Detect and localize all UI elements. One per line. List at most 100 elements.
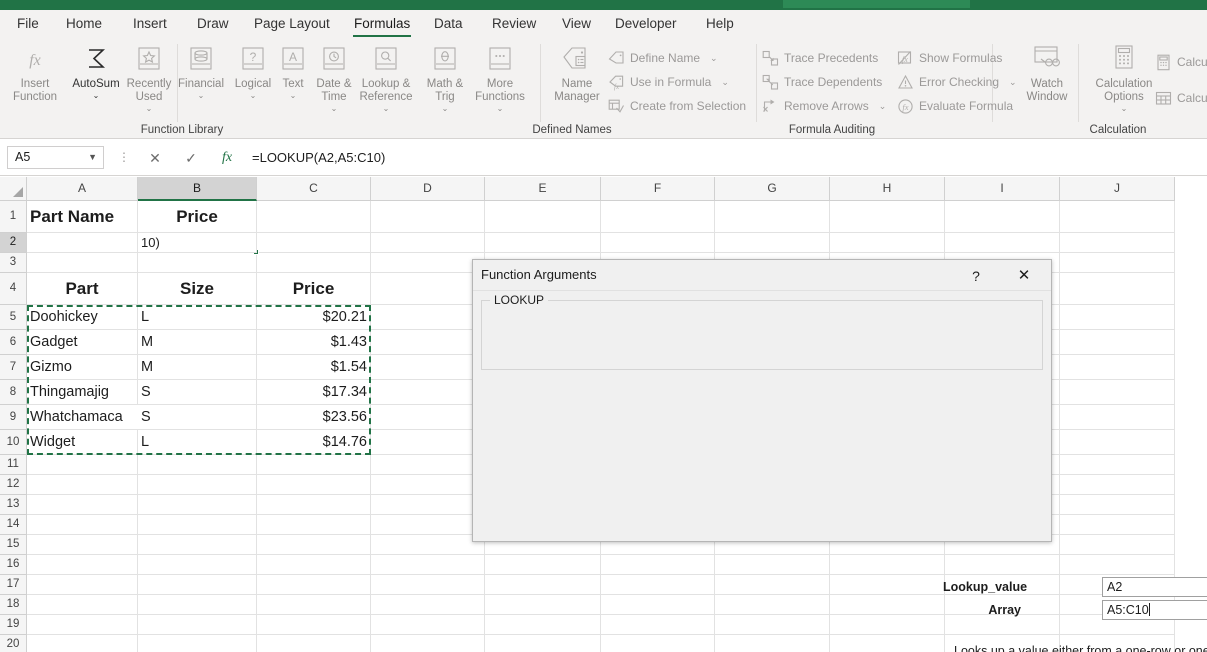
grid-cell[interactable]	[1060, 273, 1175, 305]
grid-cell[interactable]	[138, 515, 257, 535]
chevron-down-icon[interactable]: ⌄	[710, 53, 718, 64]
cell-C9[interactable]: $23.56	[257, 405, 371, 430]
use-in-formula-button[interactable]: fx Use in Formula ⌄	[608, 70, 729, 94]
grid-cell[interactable]	[1060, 455, 1175, 475]
create-from-selection-button[interactable]: Create from Selection	[608, 94, 746, 118]
grid-cell[interactable]	[27, 555, 138, 575]
name-box[interactable]: A5 ▼	[7, 146, 104, 169]
grid-cell[interactable]	[27, 595, 138, 615]
grid-cell[interactable]	[138, 595, 257, 615]
grid-cell[interactable]	[138, 575, 257, 595]
ribbon-tab-help[interactable]: Help	[697, 10, 743, 38]
chevron-down-icon[interactable]: ⌄	[414, 104, 476, 113]
grid-cell[interactable]	[371, 355, 485, 380]
cell-A1[interactable]: Part Name	[27, 201, 138, 233]
grid-cell[interactable]	[257, 535, 371, 555]
grid-cell[interactable]	[715, 575, 830, 595]
grid-cell[interactable]	[371, 495, 485, 515]
grid-cell[interactable]	[945, 555, 1060, 575]
row-header-2[interactable]: 2	[0, 233, 27, 253]
grid-cell[interactable]	[257, 595, 371, 615]
cell-B7[interactable]: M	[138, 355, 257, 380]
formula-input[interactable]: =LOOKUP(A2,A5:C10)	[252, 146, 1200, 169]
grid-cell[interactable]	[945, 233, 1060, 253]
cell-B9[interactable]: S	[138, 405, 257, 430]
cell-C4[interactable]: Price	[257, 273, 371, 305]
define-name-button[interactable]: Define Name ⌄	[608, 46, 718, 70]
grid-cell[interactable]	[1060, 330, 1175, 355]
row-header-15[interactable]: 15	[0, 535, 27, 555]
row-header-10[interactable]: 10	[0, 430, 27, 455]
grid-cell[interactable]	[138, 635, 257, 652]
cancel-formula-button[interactable]: ✕	[142, 147, 168, 169]
grid-cell[interactable]	[371, 201, 485, 233]
grid-cell[interactable]	[1060, 475, 1175, 495]
grid-cell[interactable]	[601, 201, 715, 233]
grid-cell[interactable]	[27, 615, 138, 635]
column-header-F[interactable]: F	[601, 177, 715, 201]
grid-cell[interactable]	[257, 555, 371, 575]
grid-cell[interactable]	[371, 515, 485, 535]
grid-cell[interactable]	[371, 595, 485, 615]
grid-cell[interactable]	[371, 615, 485, 635]
ribbon-tab-insert[interactable]: Insert	[124, 10, 176, 38]
grid-cell[interactable]	[1060, 201, 1175, 233]
row-header-7[interactable]: 7	[0, 355, 27, 380]
grid-cell[interactable]	[601, 635, 715, 652]
chevron-down-icon[interactable]: ⌄	[469, 104, 531, 113]
grid-cell[interactable]	[257, 233, 371, 253]
cell-A4[interactable]: Part	[27, 273, 138, 305]
grid-cell[interactable]	[257, 455, 371, 475]
row-header-11[interactable]: 11	[0, 455, 27, 475]
column-header-B[interactable]: B	[138, 177, 257, 201]
grid-cell[interactable]	[371, 405, 485, 430]
grid-cell[interactable]	[485, 575, 601, 595]
grid-cell[interactable]	[601, 595, 715, 615]
row-header-16[interactable]: 16	[0, 555, 27, 575]
insert-function-button[interactable]: fx Insert Function	[4, 42, 66, 104]
row-header-14[interactable]: 14	[0, 515, 27, 535]
grid-cell[interactable]	[601, 233, 715, 253]
grid-cell[interactable]	[715, 555, 830, 575]
grid-cell[interactable]	[1060, 380, 1175, 405]
grid-cell[interactable]	[1060, 495, 1175, 515]
more-functions-button[interactable]: More Functions ⌄	[469, 42, 531, 113]
grid-cell[interactable]	[715, 201, 830, 233]
grid-cell[interactable]	[601, 615, 715, 635]
row-header-5[interactable]: 5	[0, 305, 27, 330]
cell-A9[interactable]: Whatchamaca	[27, 405, 146, 430]
row-header-18[interactable]: 18	[0, 595, 27, 615]
grid-cell[interactable]	[485, 635, 601, 652]
grid-cell[interactable]	[485, 233, 601, 253]
grid-cell[interactable]	[371, 330, 485, 355]
cell-C7[interactable]: $1.54	[257, 355, 371, 380]
column-header-D[interactable]: D	[371, 177, 485, 201]
cell-A6[interactable]: Gadget	[27, 330, 138, 355]
ribbon-tab-formulas[interactable]: Formulas	[345, 10, 419, 38]
grid-cell[interactable]	[371, 380, 485, 405]
grid-cell[interactable]	[1060, 555, 1175, 575]
chevron-down-icon[interactable]: ⌄	[355, 104, 417, 113]
grid-cell[interactable]	[1060, 430, 1175, 455]
ribbon-tab-data[interactable]: Data	[425, 10, 472, 38]
cell-B10[interactable]: L	[138, 430, 257, 455]
grid-cell[interactable]	[1060, 515, 1175, 535]
evaluate-formula-button[interactable]: fx Evaluate Formula	[897, 94, 1013, 118]
cell-C10[interactable]: $14.76	[257, 430, 371, 455]
grid-cell[interactable]	[1060, 305, 1175, 330]
ribbon-tab-home[interactable]: Home	[57, 10, 111, 38]
formula-bar-expand-handle[interactable]: ⋮	[118, 151, 130, 164]
cell-C8[interactable]: $17.34	[257, 380, 371, 405]
row-header-17[interactable]: 17	[0, 575, 27, 595]
name-manager-button[interactable]: Name Manager	[546, 42, 608, 104]
ribbon-tab-view[interactable]: View	[553, 10, 600, 38]
grid-cell[interactable]	[1060, 233, 1175, 253]
grid-cell[interactable]	[27, 575, 138, 595]
ribbon-tab-draw[interactable]: Draw	[188, 10, 238, 38]
column-header-J[interactable]: J	[1060, 177, 1175, 201]
grid-cell[interactable]	[715, 595, 830, 615]
grid-cell[interactable]	[715, 615, 830, 635]
grid-cell[interactable]	[27, 515, 138, 535]
grid-cell[interactable]	[371, 475, 485, 495]
column-header-I[interactable]: I	[945, 177, 1060, 201]
